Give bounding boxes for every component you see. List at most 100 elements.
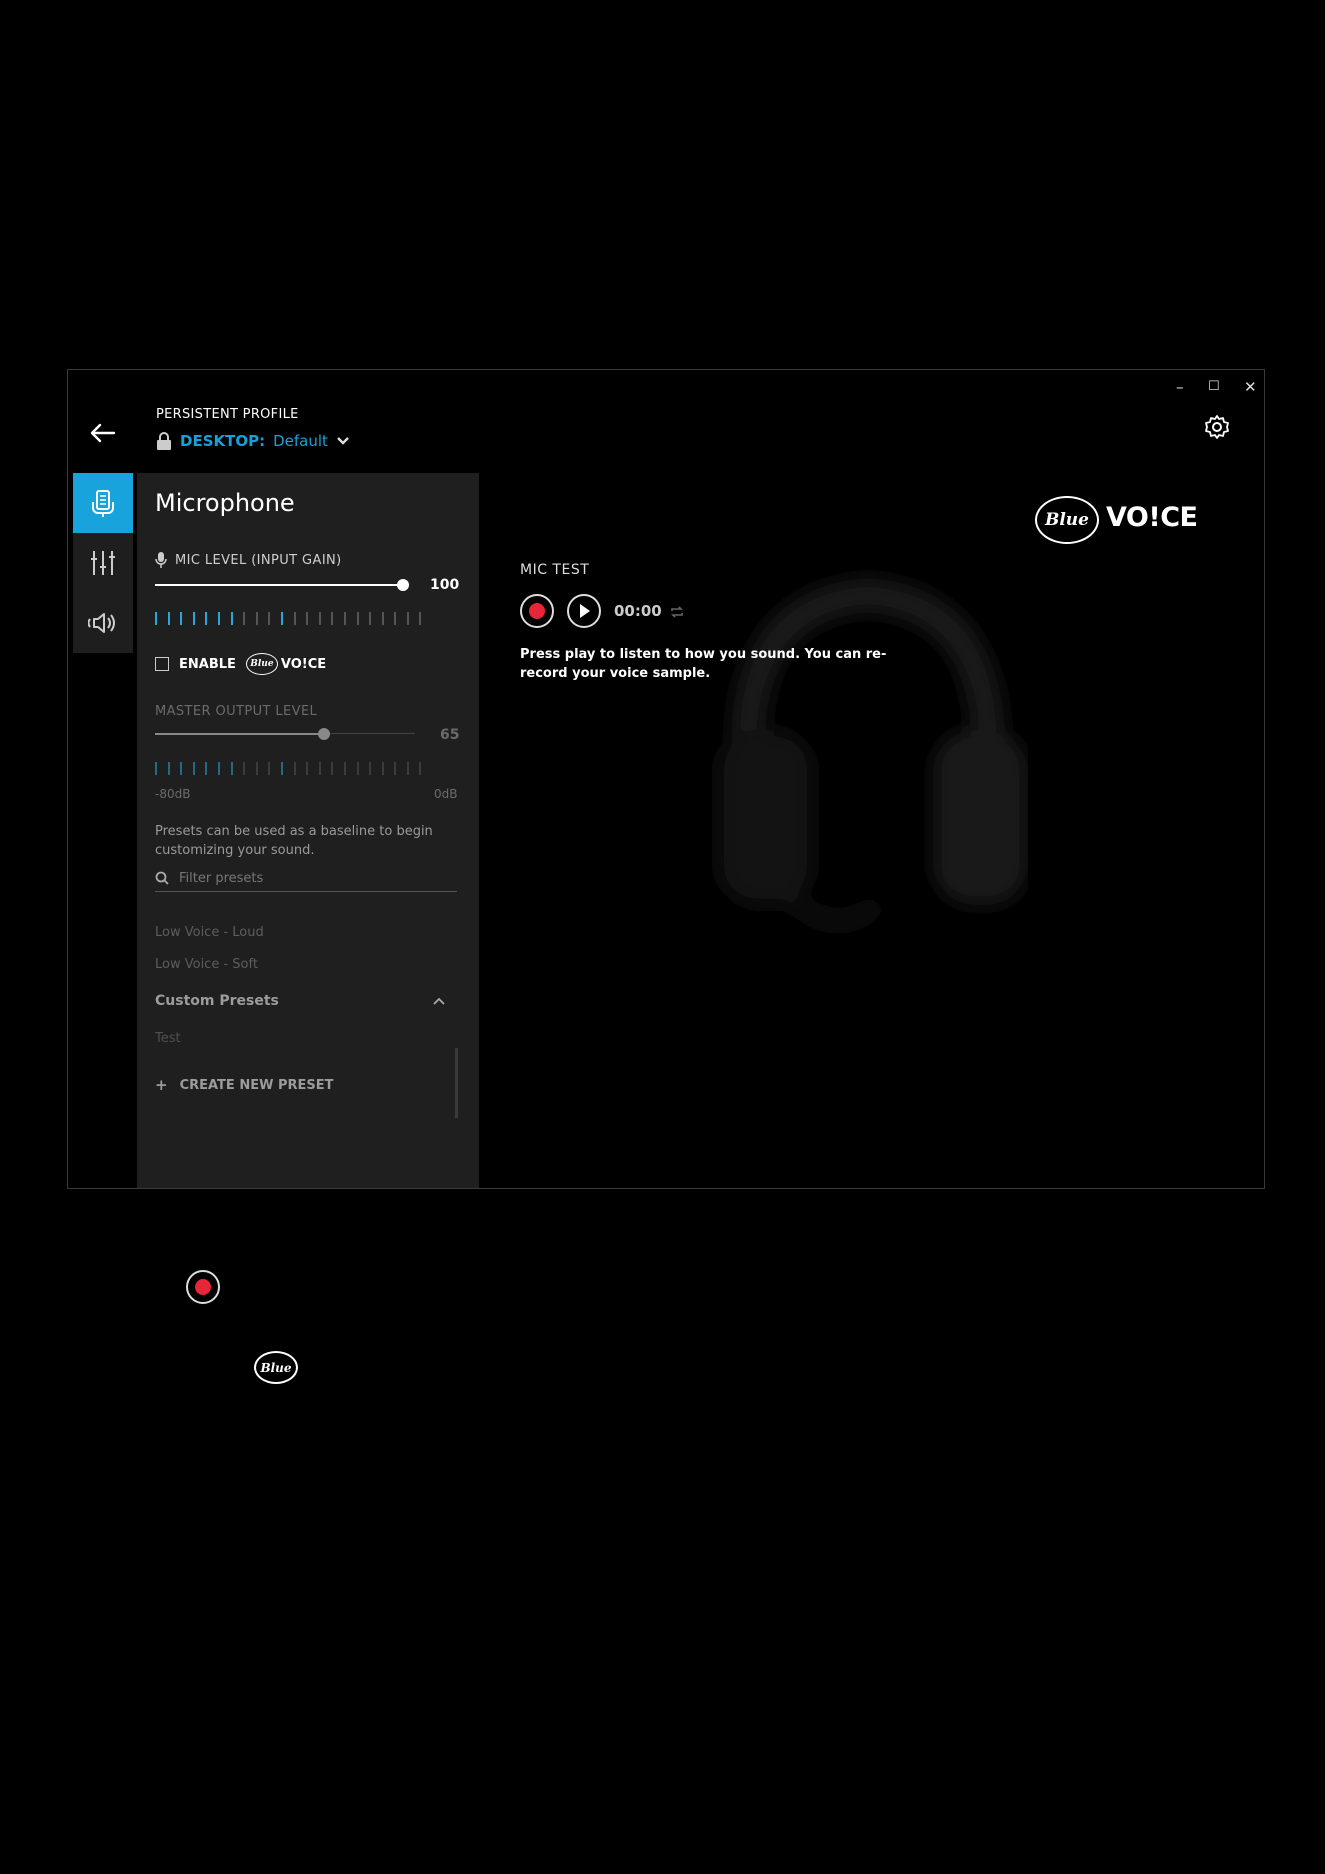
mic-level-track bbox=[155, 584, 403, 586]
enable-label: ENABLE bbox=[179, 656, 236, 672]
voice-text: VO!CE bbox=[280, 656, 327, 672]
custom-preset-item[interactable]: Test bbox=[155, 1031, 181, 1046]
meter-segment bbox=[318, 762, 321, 775]
profile-name: Default bbox=[273, 432, 328, 450]
rail-item-microphone[interactable] bbox=[73, 473, 133, 533]
rail-item-equalizer[interactable] bbox=[73, 533, 133, 593]
meter-segment bbox=[331, 612, 334, 625]
meter-segment bbox=[406, 612, 409, 625]
meter-segment bbox=[205, 762, 208, 775]
minimize-button[interactable]: – bbox=[1176, 378, 1184, 396]
gear-icon[interactable] bbox=[1204, 414, 1230, 440]
chevron-up-icon[interactable] bbox=[433, 997, 445, 1005]
meter-segment bbox=[356, 612, 359, 625]
profile-selector[interactable]: DESKTOP: Default bbox=[156, 432, 350, 450]
meter-segment bbox=[343, 762, 346, 775]
play-button[interactable] bbox=[567, 594, 601, 628]
meter-segment bbox=[406, 762, 409, 775]
meter-segment bbox=[155, 762, 157, 775]
master-output-handle[interactable] bbox=[318, 728, 330, 740]
meter-segment bbox=[167, 762, 170, 775]
meter-segment bbox=[230, 612, 233, 625]
play-icon bbox=[580, 604, 590, 618]
equalizer-icon bbox=[91, 551, 115, 575]
meter-segment bbox=[155, 612, 157, 625]
create-preset-button[interactable]: + CREATE NEW PRESET bbox=[155, 1076, 334, 1094]
master-output-slider[interactable] bbox=[155, 727, 415, 741]
back-arrow-icon[interactable] bbox=[88, 418, 118, 448]
meter-segment bbox=[280, 762, 283, 775]
meter-segment bbox=[369, 762, 372, 775]
meter-segment bbox=[394, 762, 397, 775]
rail-item-speaker[interactable] bbox=[73, 593, 133, 653]
lock-icon bbox=[157, 432, 171, 450]
custom-presets-title: Custom Presets bbox=[155, 993, 279, 1009]
meter-segment bbox=[394, 612, 397, 625]
profile-device: DESKTOP: bbox=[180, 432, 266, 450]
meter-segment bbox=[255, 762, 258, 775]
master-output-track bbox=[324, 733, 415, 734]
mic-test-desc-line1: Press play to listen to how you sound. Y… bbox=[520, 647, 887, 662]
meter-segment bbox=[217, 612, 220, 625]
mic-test-description: Press play to listen to how you sound. Y… bbox=[520, 645, 886, 683]
meter-segment bbox=[192, 612, 195, 625]
db-max-label: 0dB bbox=[434, 787, 458, 801]
enable-voice-row[interactable]: ENABLE Blue VO!CE bbox=[155, 653, 326, 675]
plus-icon: + bbox=[155, 1076, 168, 1094]
speaker-icon bbox=[88, 613, 115, 633]
master-output-fill bbox=[155, 733, 324, 735]
mic-level-slider[interactable] bbox=[155, 578, 409, 592]
meter-segment bbox=[306, 762, 309, 775]
mic-level-label: MIC LEVEL (INPUT GAIN) bbox=[175, 552, 342, 568]
record-icon bbox=[529, 603, 545, 619]
mic-small-icon bbox=[155, 552, 167, 568]
meter-segment bbox=[180, 762, 183, 775]
headset-image bbox=[718, 577, 1028, 928]
meter-segment bbox=[180, 612, 183, 625]
meter-segment bbox=[167, 612, 170, 625]
close-button[interactable]: ✕ bbox=[1244, 378, 1257, 396]
presets-description: Presets can be used as a baseline to beg… bbox=[155, 824, 433, 858]
master-output-value: 65 bbox=[440, 727, 460, 743]
preset-item[interactable]: Low Voice - Loud bbox=[155, 925, 264, 940]
custom-presets-header[interactable]: Custom Presets bbox=[155, 993, 445, 1009]
preset-item[interactable]: Low Voice - Soft bbox=[155, 957, 258, 972]
app-window: – ☐ ✕ PERSISTENT PROFILE DESKTOP: Defaul… bbox=[67, 369, 1265, 1189]
meter-segment bbox=[318, 612, 321, 625]
meter-segment bbox=[381, 762, 384, 775]
meter-segment bbox=[356, 762, 359, 775]
meter-segment bbox=[293, 612, 296, 625]
profile-label: PERSISTENT PROFILE bbox=[156, 407, 299, 422]
filter-presets-field[interactable]: Filter presets bbox=[155, 865, 457, 892]
meter-segment bbox=[343, 612, 346, 625]
meter-segment bbox=[419, 762, 422, 775]
create-preset-label: CREATE NEW PRESET bbox=[179, 1077, 334, 1093]
mic-level-value: 100 bbox=[430, 577, 460, 593]
blue-brand-logo: Blue bbox=[1035, 496, 1099, 544]
db-min-label: -80dB bbox=[155, 787, 191, 801]
record-button[interactable] bbox=[520, 594, 554, 628]
record-icon bbox=[195, 1279, 211, 1295]
master-output-label: MASTER OUTPUT LEVEL bbox=[155, 704, 318, 719]
repeat-icon[interactable] bbox=[669, 604, 685, 620]
voice-brand-text: VO!CE bbox=[1106, 502, 1198, 533]
record-button-standalone[interactable] bbox=[186, 1270, 220, 1304]
panel-scrollbar[interactable] bbox=[455, 1048, 458, 1118]
meter-segment bbox=[293, 762, 296, 775]
meter-segment bbox=[243, 762, 246, 775]
meter-segment bbox=[268, 762, 271, 775]
meter-segment bbox=[255, 612, 258, 625]
mic-level-handle[interactable] bbox=[397, 579, 409, 591]
mic-test-title: MIC TEST bbox=[520, 562, 590, 578]
enable-voice-checkbox[interactable] bbox=[155, 657, 169, 671]
meter-segment bbox=[217, 762, 220, 775]
blue-logo-standalone: Blue bbox=[254, 1351, 298, 1384]
maximize-button[interactable]: ☐ bbox=[1208, 379, 1220, 394]
panel-title: Microphone bbox=[155, 489, 295, 517]
meter-segment bbox=[280, 612, 283, 625]
meter-segment bbox=[369, 612, 372, 625]
chevron-down-icon bbox=[337, 437, 349, 445]
meter-segment bbox=[205, 612, 208, 625]
meter-segment bbox=[230, 762, 233, 775]
blue-logo: Blue bbox=[245, 653, 278, 675]
